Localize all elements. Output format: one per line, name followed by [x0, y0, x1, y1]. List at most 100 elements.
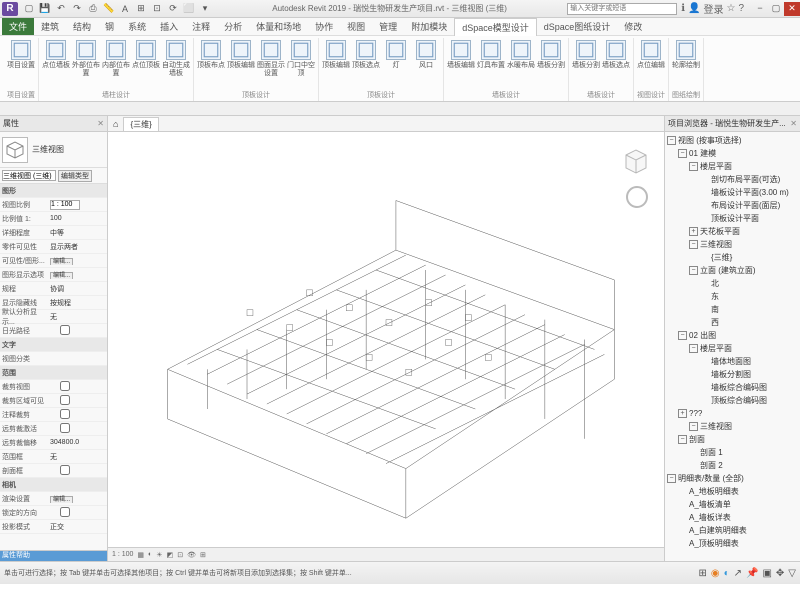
prop-value[interactable]: 编辑...	[48, 270, 107, 279]
view3d-icon[interactable]: ⬜	[182, 2, 196, 16]
nav-wheel[interactable]	[626, 186, 648, 208]
menu-tab-6[interactable]: 注释	[185, 18, 217, 35]
prop-value[interactable]: 按规程	[48, 298, 107, 308]
editable-only-icon[interactable]: ◐	[724, 568, 730, 579]
tree-node[interactable]: 顶板设计平面	[667, 212, 798, 225]
ribbon-button[interactable]: 顶板编辑	[322, 38, 350, 89]
worksets-icon[interactable]: ⊞	[698, 568, 706, 579]
drawing-canvas[interactable]	[108, 132, 664, 547]
ribbon-button[interactable]: 顶板选点	[352, 38, 380, 89]
ribbon-button[interactable]: 外部位布置	[72, 38, 100, 89]
undo-icon[interactable]: ↶	[54, 2, 68, 16]
tree-node[interactable]: A_墙板清单	[667, 498, 798, 511]
prop-edit-button[interactable]: 编辑...	[50, 272, 73, 279]
ribbon-button[interactable]: 项目设置	[7, 38, 35, 89]
prop-value[interactable]: 中等	[48, 228, 107, 238]
prop-value[interactable]: 304800.0	[48, 439, 107, 446]
tree-toggle-icon[interactable]: −	[667, 474, 676, 483]
dim-icon[interactable]: ⊞	[134, 2, 148, 16]
prop-value[interactable]	[48, 409, 107, 421]
tree-node[interactable]: −楼层平面	[667, 342, 798, 355]
tree-node[interactable]: −楼层平面	[667, 160, 798, 173]
ribbon-button[interactable]: 点位墙板	[42, 38, 70, 89]
ribbon-button[interactable]: 顶板布点	[197, 38, 225, 89]
menu-tab-0[interactable]: 文件	[2, 18, 34, 35]
view-cube[interactable]	[616, 140, 656, 180]
prop-value[interactable]: 显示两者	[48, 242, 107, 252]
tree-node[interactable]: +天花板平面	[667, 225, 798, 238]
tree-node[interactable]: 西	[667, 316, 798, 329]
instance-dropdown[interactable]	[2, 170, 56, 181]
tree-toggle-icon[interactable]: +	[678, 409, 687, 418]
tree-node[interactable]: 墙体地面图	[667, 355, 798, 368]
close-button[interactable]: ✕	[784, 2, 800, 16]
tree-toggle-icon[interactable]: −	[678, 331, 687, 340]
detail-level-icon[interactable]: ▦	[137, 551, 144, 559]
text-icon[interactable]: A	[118, 2, 132, 16]
prop-value[interactable]	[48, 381, 107, 393]
ribbon-button[interactable]: 轮廓绘制	[672, 38, 700, 89]
prop-value[interactable]: 协调	[48, 284, 107, 294]
tree-toggle-icon[interactable]: −	[689, 240, 698, 249]
prop-value[interactable]: 正交	[48, 522, 107, 532]
select-links-icon[interactable]: ↗	[734, 568, 742, 579]
ribbon-button[interactable]: 墙板分割	[572, 38, 600, 89]
tree-toggle-icon[interactable]: +	[689, 227, 698, 236]
dropdown-icon[interactable]: ▾	[198, 2, 212, 16]
open-icon[interactable]: ▢	[22, 2, 36, 16]
signin-label[interactable]: 登录	[703, 1, 723, 16]
print-icon[interactable]: ⎙	[86, 2, 100, 16]
tree-node[interactable]: A_顶板明细表	[667, 537, 798, 550]
prop-value[interactable]	[48, 423, 107, 435]
prop-value[interactable]: 无	[48, 452, 107, 462]
prop-input[interactable]	[50, 200, 80, 210]
shadows-icon[interactable]: ◩	[167, 551, 174, 559]
tree-node[interactable]: 顶板综合编码图	[667, 394, 798, 407]
tree-node[interactable]: −三维视图	[667, 420, 798, 433]
close-icon[interactable]: ✕	[97, 119, 104, 128]
menu-tab-2[interactable]: 结构	[66, 18, 98, 35]
minimize-button[interactable]: −	[752, 2, 768, 16]
hide-icon[interactable]: 👁	[187, 551, 196, 559]
prop-value[interactable]: 编辑...	[48, 256, 107, 265]
ribbon-button[interactable]: 点位顶板	[132, 38, 160, 89]
prop-checkbox[interactable]	[50, 395, 80, 405]
tree-node[interactable]: −视图 (按事项选择)	[667, 134, 798, 147]
menu-tab-9[interactable]: 协作	[308, 18, 340, 35]
tree-node[interactable]: 北	[667, 277, 798, 290]
menu-tab-10[interactable]: 视图	[340, 18, 372, 35]
redo-icon[interactable]: ↷	[70, 2, 84, 16]
tree-node[interactable]: 墙板分割图	[667, 368, 798, 381]
help-icon[interactable]: ?	[738, 3, 744, 14]
favorite-icon[interactable]: ☆	[726, 3, 735, 14]
sync-icon[interactable]: ⟳	[166, 2, 180, 16]
tree-node[interactable]: −立面 (建筑立面)	[667, 264, 798, 277]
menu-tab-5[interactable]: 插入	[153, 18, 185, 35]
tree-node[interactable]: 东	[667, 290, 798, 303]
reveal-icon[interactable]: ⊞	[200, 551, 206, 559]
tree-node[interactable]: 剖面 2	[667, 459, 798, 472]
signin-icon[interactable]: 👤	[688, 3, 700, 14]
menu-tab-13[interactable]: dSpace模型设计	[454, 18, 537, 36]
select-pinned-icon[interactable]: 📌	[746, 568, 758, 579]
properties-help[interactable]: 属性帮助	[0, 551, 107, 561]
tree-toggle-icon[interactable]: −	[689, 266, 698, 275]
ribbon-button[interactable]: 自动生成墙板	[162, 38, 190, 89]
menu-tab-15[interactable]: 修改	[617, 18, 649, 35]
ribbon-button[interactable]: 风口	[412, 38, 440, 89]
menu-tab-12[interactable]: 附加模块	[404, 18, 454, 35]
maximize-button[interactable]: ▢	[768, 2, 784, 16]
ribbon-button[interactable]: 点位编辑	[637, 38, 665, 89]
close-icon[interactable]: ✕	[790, 119, 797, 128]
sun-path-icon[interactable]: ☀	[156, 551, 162, 559]
tree-toggle-icon[interactable]: −	[689, 344, 698, 353]
tree-node[interactable]: −明细表/数量 (全部)	[667, 472, 798, 485]
tree-node[interactable]: −02 出图	[667, 329, 798, 342]
ribbon-button[interactable]: 水暖布局	[507, 38, 535, 89]
tree-node[interactable]: A_地板明细表	[667, 485, 798, 498]
tree-toggle-icon[interactable]: −	[689, 162, 698, 171]
tree-toggle-icon[interactable]: −	[689, 422, 698, 431]
menu-tab-8[interactable]: 体量和场地	[249, 18, 308, 35]
prop-edit-button[interactable]: 编辑...	[50, 258, 73, 265]
tree-node[interactable]: 墙板综合编码图	[667, 381, 798, 394]
